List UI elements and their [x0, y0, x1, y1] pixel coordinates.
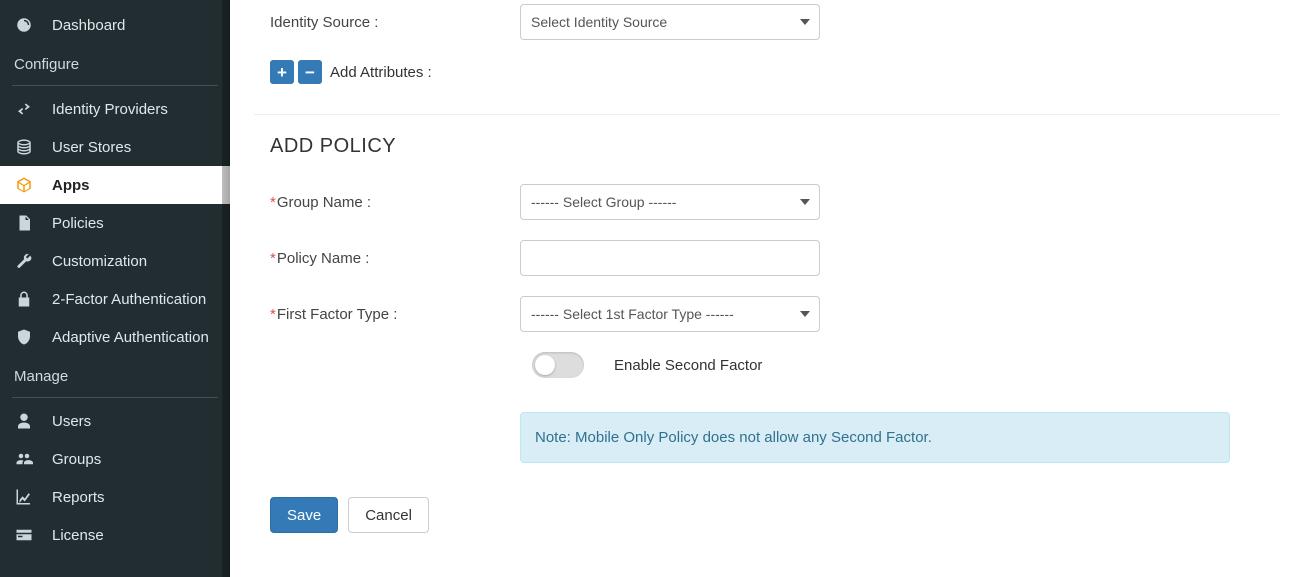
database-icon: [14, 138, 34, 156]
sidebar-divider: [12, 397, 218, 398]
sidebar-item-label: Dashboard: [52, 17, 125, 34]
card-icon: [14, 526, 34, 544]
shield-icon: [14, 328, 34, 346]
section-divider: [254, 114, 1280, 115]
row-first-factor: First Factor Type : ------ Select 1st Fa…: [270, 296, 1280, 332]
row-enable-second-factor: Enable Second Factor: [270, 352, 1280, 378]
add-attribute-button[interactable]: +: [270, 60, 294, 84]
sidebar-item-adaptive-auth[interactable]: Adaptive Authentication: [0, 318, 230, 356]
sidebar-item-label: Users: [52, 413, 91, 430]
document-icon: [14, 214, 34, 232]
enable-second-factor-label: Enable Second Factor: [614, 357, 762, 374]
group-name-label: Group Name :: [270, 194, 520, 211]
sidebar-item-label: User Stores: [52, 139, 131, 156]
sidebar-item-label: Groups: [52, 451, 101, 468]
sidebar-item-label: Identity Providers: [52, 101, 168, 118]
sidebar-item-license[interactable]: License: [0, 516, 230, 554]
first-factor-label: First Factor Type :: [270, 306, 520, 323]
sidebar-item-label: Customization: [52, 253, 147, 270]
sidebar-heading-configure: Configure: [0, 44, 230, 81]
sidebar-item-apps[interactable]: Apps: [0, 166, 230, 204]
policy-name-label: Policy Name :: [270, 250, 520, 267]
sidebar-item-users[interactable]: Users: [0, 402, 230, 440]
form-actions: Save Cancel: [270, 497, 1280, 533]
enable-second-factor-toggle[interactable]: [532, 352, 584, 378]
first-factor-select[interactable]: ------ Select 1st Factor Type ------: [520, 296, 820, 332]
sidebar-item-label: Apps: [52, 177, 90, 194]
row-policy-name: Policy Name :: [270, 240, 1280, 276]
sidebar-item-policies[interactable]: Policies: [0, 204, 230, 242]
lock-icon: [14, 290, 34, 308]
remove-attribute-button[interactable]: −: [298, 60, 322, 84]
users-group-icon: [14, 450, 34, 468]
sidebar: Dashboard Configure Identity Providers U…: [0, 0, 230, 577]
sidebar-item-label: License: [52, 527, 104, 544]
sidebar-divider: [12, 85, 218, 86]
row-note: Note: Mobile Only Policy does not allow …: [270, 398, 1280, 463]
chart-icon: [14, 488, 34, 506]
sidebar-item-label: Adaptive Authentication: [52, 329, 209, 346]
identity-source-select[interactable]: Select Identity Source: [520, 4, 820, 40]
policy-note: Note: Mobile Only Policy does not allow …: [520, 412, 1230, 463]
wrench-icon: [14, 252, 34, 270]
sidebar-item-label: Reports: [52, 489, 105, 506]
row-identity-source: Identity Source : Select Identity Source: [270, 4, 1280, 40]
identity-source-label: Identity Source :: [270, 14, 520, 31]
sidebar-item-label: Policies: [52, 215, 104, 232]
add-attributes-label: Add Attributes :: [330, 64, 432, 81]
cancel-button[interactable]: Cancel: [348, 497, 429, 533]
sidebar-heading-manage: Manage: [0, 356, 230, 393]
save-button[interactable]: Save: [270, 497, 338, 533]
sidebar-item-reports[interactable]: Reports: [0, 478, 230, 516]
row-add-attributes: + − Add Attributes :: [270, 60, 1280, 84]
user-icon: [14, 412, 34, 430]
sidebar-item-groups[interactable]: Groups: [0, 440, 230, 478]
sidebar-item-dashboard[interactable]: Dashboard: [0, 6, 230, 44]
add-policy-title: ADD POLICY: [270, 135, 1280, 158]
cube-icon: [14, 176, 34, 194]
sidebar-item-user-stores[interactable]: User Stores: [0, 128, 230, 166]
group-name-select[interactable]: ------ Select Group ------: [520, 184, 820, 220]
sidebar-item-label: 2-Factor Authentication: [52, 291, 206, 308]
exchange-icon: [14, 100, 34, 118]
policy-name-input[interactable]: [520, 240, 820, 276]
sidebar-item-two-factor[interactable]: 2-Factor Authentication: [0, 280, 230, 318]
sidebar-item-identity-providers[interactable]: Identity Providers: [0, 90, 230, 128]
sidebar-item-customization[interactable]: Customization: [0, 242, 230, 280]
main-content: Identity Source : Select Identity Source…: [230, 0, 1304, 577]
row-group-name: Group Name : ------ Select Group ------: [270, 184, 1280, 220]
dashboard-icon: [14, 16, 34, 34]
